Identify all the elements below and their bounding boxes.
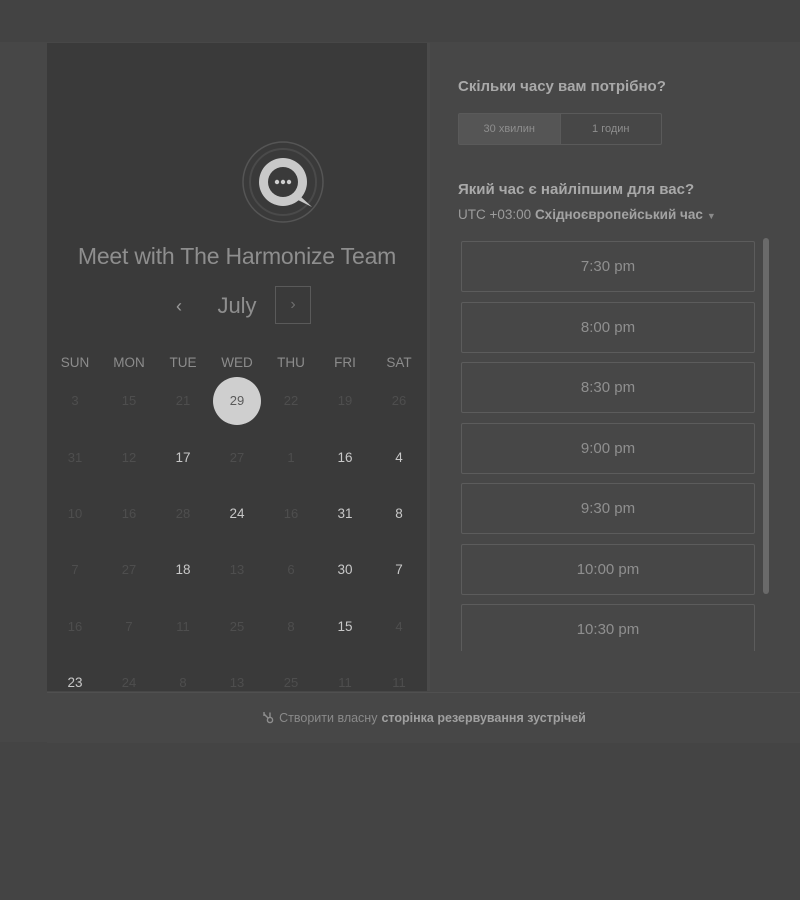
time-slot-button[interactable]: 8:30 pm [461,362,755,413]
calendar-day: 27 [121,562,137,577]
time-slot-button[interactable]: 10:00 pm [461,543,755,595]
calendar-day: 25 [229,619,245,634]
time-slot-button[interactable]: 9:30 pm [461,483,755,534]
calendar-day[interactable]: 18 [156,542,210,598]
calendar-day[interactable]: 15 [318,599,372,655]
harmonize-logo-icon [242,141,324,223]
booking-panel: Скільки часу вам потрібно? 30 хвилин 1 г… [430,43,800,691]
timezone-selector[interactable]: UTC +03:00 Східноєвропейський час ▼ [458,207,716,222]
meeting-title: Meet with The Harmonize Team [77,243,397,269]
calendar-day[interactable]: 31 [318,486,372,542]
calendar-day: 16 [121,506,137,521]
footer-banner: Створити власну сторінка резервування зу… [47,692,800,743]
calendar-day: 10 [67,506,83,521]
calendar-day: 7 [71,562,79,577]
calendar-day[interactable]: 16 [318,430,372,486]
time-slot-list: 7:30 pm 8:00 pm 8:30 pm 9:00 pm 9:30 pm … [461,241,757,651]
top-strip [0,0,800,43]
timezone-name: Східноєвропейський час [534,207,703,222]
calendar-day: 6 [287,562,295,577]
timezone-offset: UTC +03:00 [458,207,532,222]
create-booking-page-link[interactable]: сторінка резервування зустрічей [381,711,585,725]
calendar-panel: Meet with The Harmonize Team ‹ July › SU… [47,43,427,691]
calendar-day: 7 [125,619,133,634]
calendar-day: 4 [395,619,403,634]
calendar-day: 3 [71,393,79,408]
calendar-day[interactable]: 4 [372,430,426,486]
calendar-day: 21 [175,393,191,408]
calendar-day: 1 [287,450,295,465]
page-background [0,743,800,900]
calendar-day[interactable]: 30 [318,542,372,598]
calendar-day: 22 [283,393,299,408]
calendar-day: 19 [337,393,353,408]
weekday-header: SUN MON TUE WED THU FRI SAT [47,355,427,375]
calendar-day: 15 [121,393,137,408]
calendar-day: 8 [287,619,295,634]
calendar-day: 11 [176,619,190,634]
duration-option-30min[interactable]: 30 хвилин [459,114,561,144]
time-slot-button[interactable]: 10:30 pm [461,604,755,651]
caret-down-icon: ▼ [706,211,716,221]
duration-selector: 30 хвилин 1 годин [458,113,662,145]
calendar-day[interactable]: 24 [210,486,264,542]
calendar-day: 16 [67,619,83,634]
calendar-day: 12 [121,450,137,465]
sprocket-icon [263,712,274,724]
duration-question: Скільки часу вам потрібно? [458,78,666,95]
weekday-label: MON [113,355,145,370]
previous-month-button[interactable]: ‹ [167,292,191,320]
weekday-label: TUE [169,355,197,370]
calendar-day-selected[interactable]: 29 [210,373,264,429]
calendar-day: 13 [229,562,245,577]
weekday-label: FRI [334,355,356,370]
calendar-day[interactable]: 7 [372,542,426,598]
calendar-day[interactable]: 8 [372,486,426,542]
month-label: July [217,293,257,318]
selected-day-label: 29 [213,377,261,425]
time-slot-button[interactable]: 8:00 pm [461,301,755,353]
weekday-label: WED [221,355,253,370]
time-slot-button[interactable]: 7:30 pm [461,241,755,292]
month-navigation: ‹ July › [47,284,427,328]
next-month-button[interactable]: › [275,286,311,324]
calendar-day: 28 [175,506,191,521]
weekday-label: SUN [60,355,90,370]
footer-text: Створити власну [279,711,378,725]
calendar-day: 27 [229,450,245,465]
calendar-day: 26 [391,393,407,408]
slot-list-scrollbar[interactable] [763,238,769,594]
time-question: Який час є найліпшим для вас? [458,181,695,198]
calendar-day: 31 [67,450,83,465]
weekday-label: THU [277,355,305,370]
weekday-label: SAT [386,355,412,370]
time-slot-button[interactable]: 9:00 pm [461,422,755,474]
calendar-day[interactable]: 17 [156,430,210,486]
duration-option-1hour[interactable]: 1 годин [561,114,662,144]
calendar-grid: 3 15 21 29 22 19 26 31 12 17 27 1 16 4 10 16 28 24 16 31 8 7 2… [47,373,427,713]
calendar-day: 16 [283,506,299,521]
